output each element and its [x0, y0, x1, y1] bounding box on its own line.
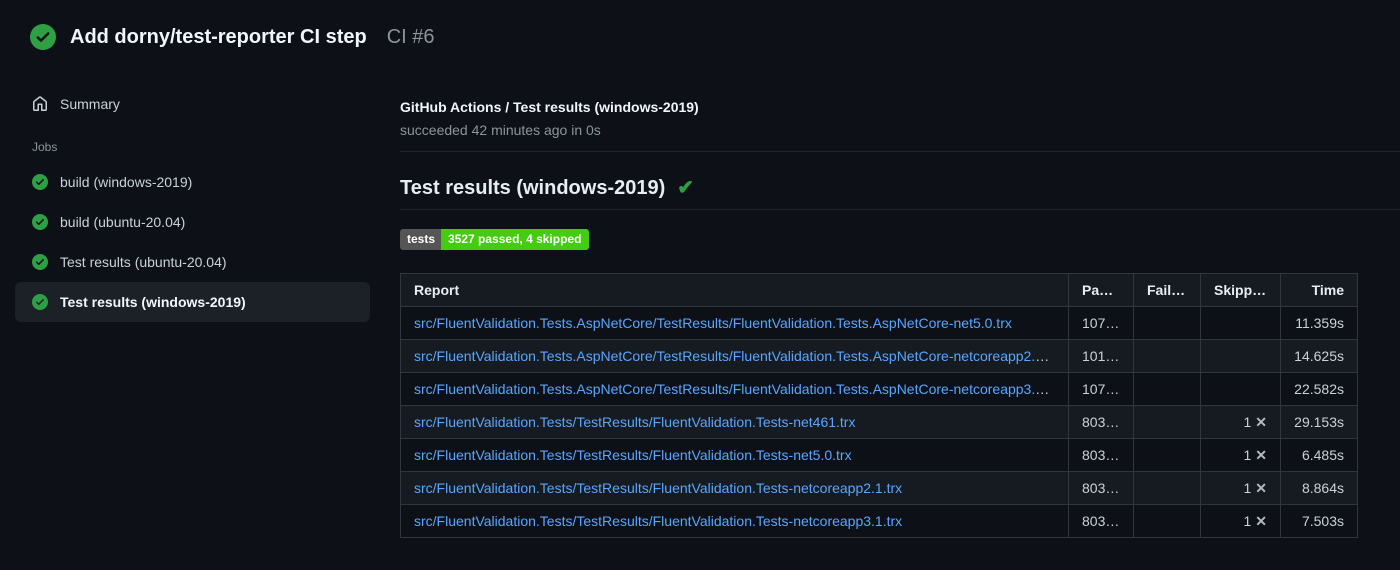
skipped-cell	[1200, 372, 1281, 406]
run-number: CI #6	[386, 25, 435, 48]
report-file-link[interactable]: src/FluentValidation.Tests/TestResults/F…	[414, 447, 852, 463]
failed-cell	[1133, 504, 1201, 538]
passed-cell: 803 ✓	[1068, 504, 1134, 538]
report-cell: src/FluentValidation.Tests/TestResults/F…	[400, 471, 1069, 505]
failed-cell	[1133, 339, 1201, 373]
time-cell: 6.485s	[1280, 438, 1358, 472]
run-title: Add dorny/test-reporter CI step	[70, 25, 367, 48]
passed-cell: 803 ✓	[1068, 405, 1134, 439]
job-header-title: GitHub Actions / Test results (windows-2…	[400, 99, 699, 115]
heading-success-check-icon: ✔	[677, 177, 695, 199]
skipped-x-icon: ✕	[1255, 480, 1267, 496]
report-cell: src/FluentValidation.Tests/TestResults/F…	[400, 405, 1069, 439]
report-file-link[interactable]: src/FluentValidation.Tests.AspNetCore/Te…	[414, 381, 1062, 397]
sidebar-job-item[interactable]: Test results (windows-2019)	[15, 282, 370, 322]
time-cell: 22.582s	[1280, 372, 1358, 406]
column-header-time: Time	[1280, 273, 1358, 307]
sidebar-job-label: build (ubuntu-20.04)	[60, 214, 186, 230]
failed-cell	[1133, 471, 1201, 505]
sidebar-summary-label: Summary	[60, 96, 120, 112]
time-cell: 7.503s	[1280, 504, 1358, 538]
main-content: GitHub Actions / Test results (windows-2…	[400, 64, 1400, 538]
run-success-check-circle-icon	[30, 24, 56, 50]
report-file-link[interactable]: src/FluentValidation.Tests.AspNetCore/Te…	[414, 348, 1062, 364]
report-file-link[interactable]: src/FluentValidation.Tests/TestResults/F…	[414, 480, 902, 496]
badge-value: 3527 passed, 4 skipped	[441, 229, 590, 250]
time-cell: 14.625s	[1280, 339, 1358, 373]
report-cell: src/FluentValidation.Tests.AspNetCore/Te…	[400, 339, 1069, 373]
sidebar-job-label: build (windows-2019)	[60, 174, 193, 190]
sidebar-job-item[interactable]: Test results (ubuntu-20.04)	[15, 242, 370, 282]
table-row: src/FluentValidation.Tests.AspNetCore/Te…	[400, 339, 1358, 373]
sidebar-job-item[interactable]: build (windows-2019)	[15, 162, 370, 202]
report-cell: src/FluentValidation.Tests.AspNetCore/Te…	[400, 372, 1069, 406]
job-status-line: succeeded 42 minutes ago in 0s	[400, 122, 601, 138]
time-cell: 29.153s	[1280, 405, 1358, 439]
report-cell: src/FluentValidation.Tests.AspNetCore/Te…	[400, 306, 1069, 340]
table-row: src/FluentValidation.Tests/TestResults/F…	[400, 504, 1358, 538]
time-cell: 11.359s	[1280, 306, 1358, 340]
report-file-link[interactable]: src/FluentValidation.Tests.AspNetCore/Te…	[414, 315, 1012, 331]
column-header-failed: Failed	[1133, 273, 1201, 307]
report-heading: Test results (windows-2019) ✔	[400, 174, 1400, 202]
passed-cell: 803 ✓	[1068, 438, 1134, 472]
table-row: src/FluentValidation.Tests/TestResults/F…	[400, 438, 1358, 472]
skipped-cell	[1200, 339, 1281, 373]
passed-cell: 101 ✓	[1068, 339, 1134, 373]
skipped-cell: 1 ✕	[1200, 438, 1281, 472]
table-row: src/FluentValidation.Tests/TestResults/F…	[400, 471, 1358, 505]
column-header-report: Report	[400, 273, 1069, 307]
skipped-x-icon: ✕	[1255, 513, 1267, 529]
job-success-check-circle-icon	[32, 214, 48, 230]
home-icon	[33, 96, 47, 111]
column-header-skipped: Skipped	[1200, 273, 1281, 307]
sidebar-job-label: Test results (windows-2019)	[60, 294, 246, 310]
report-heading-text: Test results (windows-2019)	[400, 177, 666, 199]
sidebar-item-summary[interactable]: Summary	[15, 86, 370, 122]
column-header-passed: Passed	[1068, 273, 1134, 307]
report-cell: src/FluentValidation.Tests/TestResults/F…	[400, 438, 1069, 472]
failed-cell	[1133, 306, 1201, 340]
table-header-row: Report Passed Failed Skipped Time	[400, 273, 1358, 307]
tests-status-badge: tests 3527 passed, 4 skipped	[400, 229, 590, 250]
skipped-cell: 1 ✕	[1200, 504, 1281, 538]
failed-cell	[1133, 405, 1201, 439]
test-results-table: Report Passed Failed Skipped Time src/Fl…	[400, 273, 1358, 538]
job-success-check-circle-icon	[32, 174, 48, 190]
sidebar-job-label: Test results (ubuntu-20.04)	[60, 254, 227, 270]
job-success-check-circle-icon	[32, 254, 48, 270]
table-row: src/FluentValidation.Tests.AspNetCore/Te…	[400, 372, 1358, 406]
report-file-link[interactable]: src/FluentValidation.Tests/TestResults/F…	[414, 513, 902, 529]
table-row: src/FluentValidation.Tests/TestResults/F…	[400, 405, 1358, 439]
report-cell: src/FluentValidation.Tests/TestResults/F…	[400, 504, 1069, 538]
run-header: Add dorny/test-reporter CI step CI #6	[0, 0, 1400, 64]
skipped-cell: 1 ✕	[1200, 471, 1281, 505]
sidebar-jobs-section-label: Jobs	[32, 140, 58, 154]
sidebar: Summary Jobs build (windows-2019) build …	[0, 64, 400, 322]
passed-cell: 107 ✓	[1068, 306, 1134, 340]
failed-cell	[1133, 372, 1201, 406]
skipped-x-icon: ✕	[1255, 447, 1267, 463]
skipped-cell	[1200, 306, 1281, 340]
failed-cell	[1133, 438, 1201, 472]
report-file-link[interactable]: src/FluentValidation.Tests/TestResults/F…	[414, 414, 855, 430]
badge-label: tests	[400, 229, 442, 250]
table-row: src/FluentValidation.Tests.AspNetCore/Te…	[400, 306, 1358, 340]
time-cell: 8.864s	[1280, 471, 1358, 505]
sidebar-job-item[interactable]: build (ubuntu-20.04)	[15, 202, 370, 242]
skipped-cell: 1 ✕	[1200, 405, 1281, 439]
divider	[400, 151, 1400, 152]
passed-cell: 803 ✓	[1068, 471, 1134, 505]
sidebar-jobs-list: build (windows-2019) build (ubuntu-20.04…	[15, 162, 370, 322]
divider	[400, 209, 1400, 210]
skipped-x-icon: ✕	[1255, 414, 1267, 430]
job-success-check-circle-icon	[32, 294, 48, 310]
passed-cell: 107 ✓	[1068, 372, 1134, 406]
